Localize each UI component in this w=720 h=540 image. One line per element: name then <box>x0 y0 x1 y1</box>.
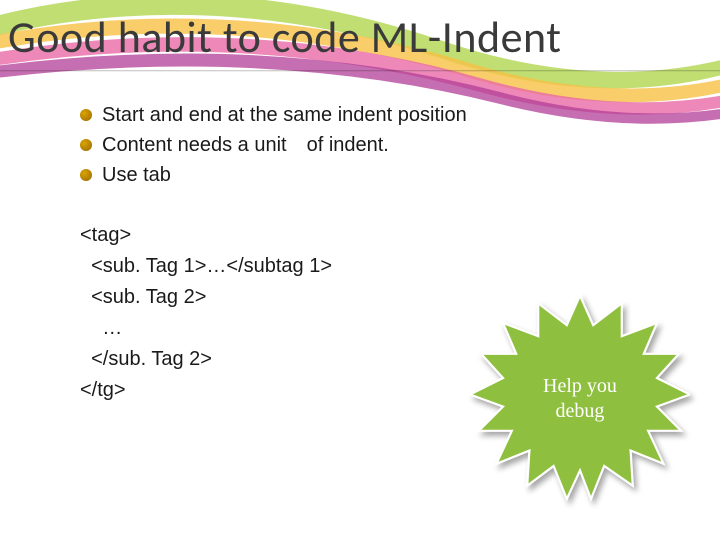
code-line: … <box>80 317 122 339</box>
code-line: </tg> <box>80 379 126 401</box>
callout-burst: Help you debug <box>470 290 690 510</box>
bullet-item: Content needs a unit of indent. <box>80 130 640 160</box>
code-line: </sub. Tag 2> <box>80 348 212 370</box>
bullet-item: Start and end at the same indent positio… <box>80 100 640 130</box>
bullet-item: Use tab <box>80 160 640 190</box>
code-line: <sub. Tag 2> <box>80 286 206 308</box>
title-underline <box>0 70 720 72</box>
code-line: <tag> <box>80 224 131 246</box>
code-line: <sub. Tag 1>…</subtag 1> <box>80 255 332 277</box>
slide-title: Good habit to code ML-Indent <box>8 10 561 64</box>
burst-line-2: debug <box>556 400 605 422</box>
burst-text: Help you debug <box>470 374 690 424</box>
bullet-list: Start and end at the same indent positio… <box>80 100 640 190</box>
burst-line-1: Help you <box>543 375 617 397</box>
